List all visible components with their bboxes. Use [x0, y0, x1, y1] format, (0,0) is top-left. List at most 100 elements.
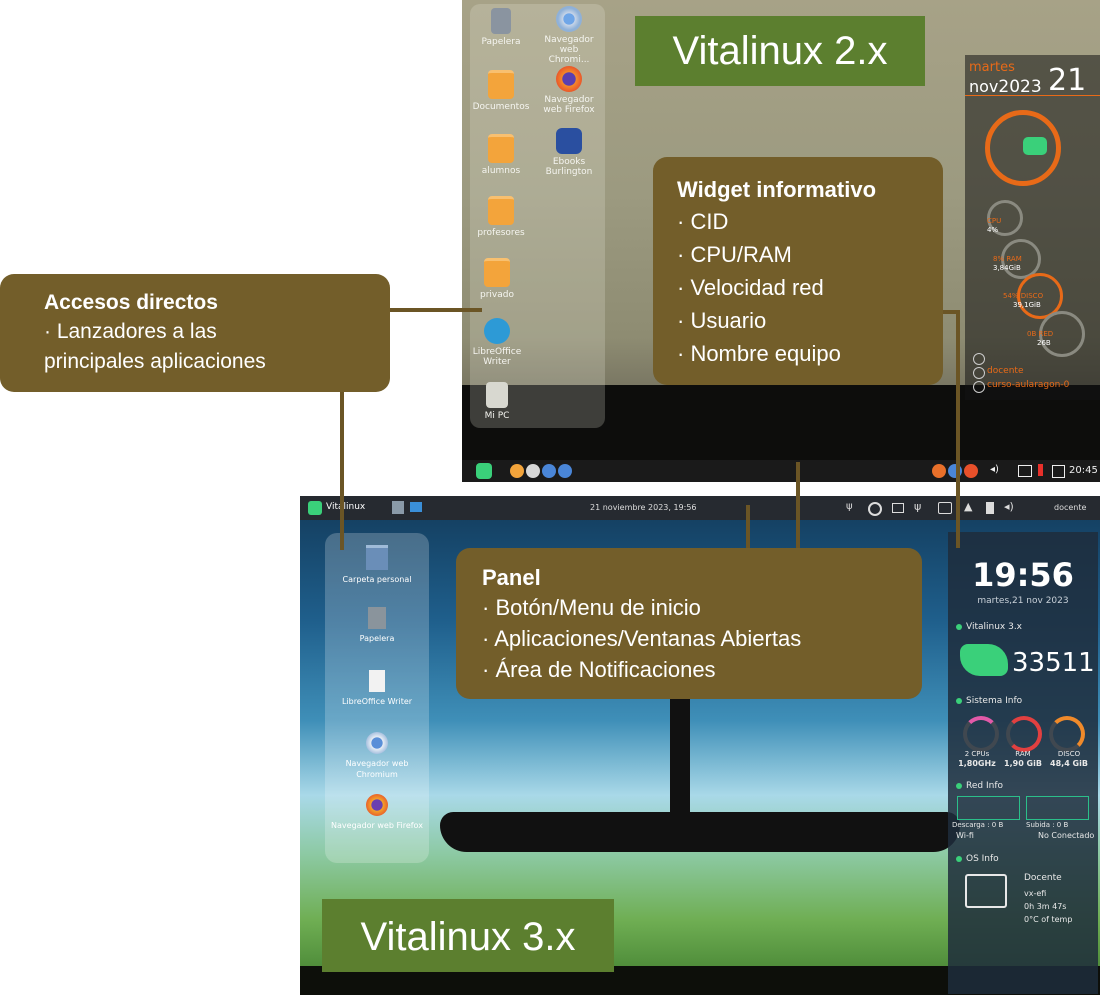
brand-label[interactable]: Vitalinux: [326, 502, 365, 512]
net-value: 26B: [1037, 339, 1051, 347]
desktop-icon-chromium[interactable]: Navegador web Chromi...: [538, 6, 600, 65]
side-date: martes,21 nov 2023: [977, 596, 1069, 606]
ram-label: 8% RAM: [993, 255, 1022, 263]
callout-shortcuts-line: principales aplicaciones: [44, 350, 266, 373]
ram-label: RAM: [1015, 750, 1031, 758]
desktop-icon-profesores[interactable]: profesores: [470, 196, 532, 238]
start-menu-icon[interactable]: [308, 501, 322, 515]
topbar-user[interactable]: docente: [1054, 503, 1086, 512]
vitalinux3-title: Vitalinux 3.x: [322, 899, 614, 972]
vitalinux2-title: Vitalinux 2.x: [635, 16, 925, 86]
os-uptime: 0h 3m 47s: [1024, 902, 1067, 911]
tray-app-icon[interactable]: [932, 464, 946, 478]
volume-icon[interactable]: ◂): [1004, 500, 1014, 513]
conky-widget: martes nov2023 21 CPU 4% 8% RAM 3,84GiB …: [965, 55, 1100, 400]
files-app-icon[interactable]: [392, 501, 404, 514]
section-os: OS Info: [956, 854, 999, 864]
clipboard-icon[interactable]: [938, 502, 952, 514]
taskbar-clock[interactable]: 20:45: [1069, 465, 1098, 476]
connector-shortcuts-3: [340, 392, 344, 550]
firefox-icon: [556, 66, 582, 92]
chat-app-icon[interactable]: [410, 502, 422, 512]
desktop-icon-papelera[interactable]: Papelera: [325, 607, 429, 644]
desktop-icon-papelera[interactable]: Papelera: [470, 8, 532, 47]
battery-icon[interactable]: [1038, 464, 1043, 476]
calendar-icon[interactable]: [1052, 465, 1065, 478]
desktop-icon-ebooks[interactable]: Ebooks Burlington: [538, 128, 600, 177]
desktop-icon-writer[interactable]: LibreOffice Writer: [325, 670, 429, 707]
desktop-icon-mipc[interactable]: Mi PC: [466, 382, 528, 421]
display-icon[interactable]: [1018, 465, 1032, 477]
callout-panel-line: · Botón/Menu de inicio: [482, 595, 701, 620]
monitor-launcher-icon[interactable]: [542, 464, 556, 478]
chromium-launcher-icon[interactable]: [526, 464, 540, 478]
topbar-datetime[interactable]: 21 noviembre 2023, 19:56: [590, 503, 697, 512]
callout-widget-line: · Velocidad red: [677, 275, 824, 300]
files-launcher-icon[interactable]: [510, 464, 524, 478]
volume-icon[interactable]: ◂): [990, 464, 999, 475]
cid-number: 33511: [1012, 648, 1095, 678]
desktop-icon-firefox[interactable]: Navegador web Firefox: [325, 794, 429, 831]
callout-shortcuts-line: · Lanzadores a las: [44, 320, 217, 343]
ram-value: 3,84GiB: [993, 264, 1021, 272]
taskbar-2: ◂) 20:45: [462, 460, 1100, 482]
disk-label: 54% DISCO: [1003, 292, 1044, 300]
callout-widget-line: · Usuario: [677, 308, 767, 333]
upload-graph: [1026, 796, 1089, 820]
trash-icon: [491, 8, 511, 34]
side-clock: 19:56: [972, 556, 1074, 594]
desktop-icon-writer[interactable]: LibreOffice Writer: [466, 318, 528, 367]
connector-widget-h: [940, 310, 960, 314]
conky-user: docente: [987, 366, 1024, 376]
power-profile-icon[interactable]: [868, 502, 882, 516]
icon-label: Papelera: [481, 37, 521, 47]
home-folder-icon: [366, 545, 388, 570]
host-icon: [973, 381, 985, 393]
callout-widget-line: · Nombre equipo: [677, 341, 841, 366]
desktop-icon-alumnos[interactable]: alumnos: [470, 134, 532, 176]
desktop-icon-chromium[interactable]: Navegador web Chromium: [325, 732, 429, 780]
disk-label: DISCO: [1057, 750, 1081, 758]
usb-icon[interactable]: ψ: [846, 501, 853, 512]
screen-icon[interactable]: [892, 503, 904, 513]
icon-label: alumnos: [481, 166, 521, 176]
computer-icon: [486, 382, 508, 408]
callout-panel-heading: Panel: [482, 565, 541, 590]
conky-year: 2023: [998, 77, 1042, 97]
download-label: Descarga : 0 B: [952, 821, 1004, 829]
download-graph: [957, 796, 1020, 820]
firefox-icon: [366, 794, 388, 816]
callout-widget: Widget informativo · CID · CPU/RAM · Vel…: [653, 157, 943, 385]
section-vitalinux: Vitalinux 3.x: [956, 622, 1022, 632]
tray-app3-icon[interactable]: [964, 464, 978, 478]
desktop-icon-documentos[interactable]: Documentos: [470, 70, 532, 112]
ram-gauge: [1006, 716, 1042, 752]
icon-label: Navegador web Chromium: [345, 759, 409, 779]
net-status: No Conectado: [1038, 831, 1095, 840]
folder-icon: [488, 70, 514, 99]
desktop-icon-privado[interactable]: privado: [466, 258, 528, 300]
conky-date: 21: [1048, 63, 1087, 98]
conky-month: nov2023: [969, 77, 1042, 97]
network-icon[interactable]: ψ: [914, 500, 921, 513]
callout-panel-line: · Área de Notificaciones: [482, 657, 716, 682]
battery-icon[interactable]: [986, 502, 994, 514]
cpu-value: 1,80GHz: [958, 759, 996, 768]
chromium-icon: [556, 6, 582, 32]
disk-value: 48,4 GiB: [1050, 759, 1088, 768]
notification-bell-icon[interactable]: ▲: [964, 500, 972, 513]
vitalinux-logo-icon: [1023, 137, 1047, 155]
desktop-icon-home[interactable]: Carpeta personal: [325, 545, 429, 585]
os-temp: 0°C of temp: [1024, 915, 1073, 924]
conky-host: curso-aularagon-0: [987, 380, 1070, 390]
desktop-icon-firefox[interactable]: Navegador web Firefox: [538, 66, 600, 115]
shortcuts-panel-3: Carpeta personal Papelera LibreOffice Wr…: [325, 533, 429, 863]
status-dot-icon: [956, 782, 962, 789]
section-network-title: Red Info: [966, 781, 1003, 791]
start-menu-icon[interactable]: [476, 463, 492, 479]
icon-label: Papelera: [359, 634, 395, 643]
connector-panel-3: [746, 505, 750, 548]
island-silhouette: [440, 812, 960, 852]
connector-shortcuts-2: [390, 308, 482, 312]
window-launcher-icon[interactable]: [558, 464, 572, 478]
